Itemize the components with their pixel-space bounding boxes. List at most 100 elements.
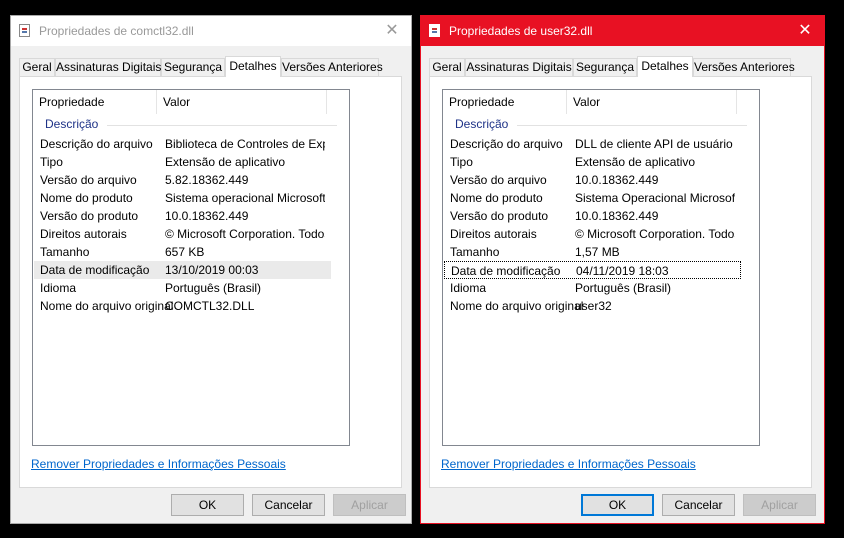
property-row[interactable]: Nome do arquivo original COMCTL32.DLL xyxy=(34,297,331,315)
property-row[interactable]: Nome do produto Sistema Operacional Micro… xyxy=(444,189,741,207)
ok-button[interactable]: OK xyxy=(171,494,244,516)
property-value: Português (Brasil) xyxy=(575,281,672,295)
property-name: Idioma xyxy=(40,281,77,295)
property-value: © Microsoft Corporation. Todos ... xyxy=(165,227,325,241)
property-name: Idioma xyxy=(450,281,487,295)
property-name: Versão do arquivo xyxy=(450,173,547,187)
property-name: Nome do produto xyxy=(450,191,543,205)
property-row[interactable]: Versão do arquivo 10.0.18362.449 xyxy=(444,171,741,189)
column-header-propriedade[interactable]: Propriedade xyxy=(33,90,157,114)
property-value: Sistema operacional Microsoft®... xyxy=(165,191,325,205)
details-listview[interactable]: Propriedade Valor Descrição Descrição do… xyxy=(442,89,760,446)
property-name: Data de modificação xyxy=(40,263,150,277)
apply-button[interactable]: Aplicar xyxy=(743,494,816,516)
close-button[interactable]: ✕ xyxy=(786,16,824,46)
property-name: Direitos autorais xyxy=(450,227,537,241)
tab-seguranca[interactable]: Segurança xyxy=(161,58,225,76)
property-row[interactable]: Direitos autorais © Microsoft Corporation… xyxy=(34,225,331,243)
property-name: Versão do produto xyxy=(40,209,139,223)
close-icon: ✕ xyxy=(798,22,812,39)
remove-properties-link[interactable]: Remover Propriedades e Informações Pesso… xyxy=(441,457,696,471)
property-value: 10.0.18362.449 xyxy=(165,209,249,223)
details-panel: Propriedade Valor Descrição Descrição do… xyxy=(19,76,402,488)
ok-button[interactable]: OK xyxy=(581,494,654,516)
property-row[interactable]: Versão do produto 10.0.18362.449 xyxy=(444,207,741,225)
window-title: Propriedades de user32.dll xyxy=(449,24,593,38)
property-name: Direitos autorais xyxy=(40,227,127,241)
tab-seguranca[interactable]: Segurança xyxy=(573,58,637,76)
dll-file-icon xyxy=(429,24,440,37)
property-name: Tamanho xyxy=(40,245,90,259)
property-row[interactable]: Tipo Extensão de aplicativo xyxy=(34,153,331,171)
close-icon: ✕ xyxy=(385,22,399,39)
cancel-button[interactable]: Cancelar xyxy=(252,494,325,516)
column-header-valor[interactable]: Valor xyxy=(157,90,327,114)
property-name: Tipo xyxy=(450,155,473,169)
property-row[interactable]: Tamanho 1,57 MB xyxy=(444,243,741,261)
property-row[interactable]: Tamanho 657 KB xyxy=(34,243,331,261)
property-value: Sistema Operacional Microsoft®... xyxy=(575,191,735,205)
listview-header: Propriedade Valor xyxy=(443,90,759,114)
property-name: Versão do produto xyxy=(450,209,549,223)
tab-versoes-anteriores[interactable]: Versões Anteriores xyxy=(281,58,383,76)
property-name: Nome do arquivo original xyxy=(40,299,174,313)
listview-header: Propriedade Valor xyxy=(33,90,349,114)
column-header-propriedade[interactable]: Propriedade xyxy=(443,90,567,114)
title-bar[interactable]: Propriedades de comctl32.dll ✕ xyxy=(11,16,411,46)
property-value: 10.0.18362.449 xyxy=(575,173,659,187)
property-row[interactable]: Nome do produto Sistema operacional Micro… xyxy=(34,189,331,207)
tab-geral[interactable]: Geral xyxy=(19,58,55,76)
property-value: 13/10/2019 00:03 xyxy=(165,263,259,277)
property-value: 657 KB xyxy=(165,245,205,259)
property-value: Biblioteca de Controles de Expe... xyxy=(165,137,325,151)
group-header-descricao[interactable]: Descrição xyxy=(455,117,508,131)
property-row[interactable]: Versão do arquivo 5.82.18362.449 xyxy=(34,171,331,189)
property-value: 04/11/2019 18:03 xyxy=(576,264,669,278)
group-header-descricao[interactable]: Descrição xyxy=(45,117,98,131)
property-name: Tipo xyxy=(40,155,63,169)
properties-window-comctl32: Propriedades de comctl32.dll ✕ Geral Ass… xyxy=(10,15,412,524)
details-panel: Propriedade Valor Descrição Descrição do… xyxy=(429,76,812,488)
apply-button[interactable]: Aplicar xyxy=(333,494,406,516)
property-name: Data de modificação xyxy=(451,264,561,278)
property-row[interactable]: Data de modificação 13/10/2019 00:03 xyxy=(34,261,331,279)
tab-detalhes[interactable]: Detalhes xyxy=(637,56,693,77)
remove-properties-link[interactable]: Remover Propriedades e Informações Pesso… xyxy=(31,457,286,471)
property-name: Descrição do arquivo xyxy=(450,137,563,151)
group-divider xyxy=(107,125,337,126)
property-row[interactable]: Idioma Português (Brasil) xyxy=(34,279,331,297)
property-value: 1,57 MB xyxy=(575,245,620,259)
property-row[interactable]: Data de modificação 04/11/2019 18:03 xyxy=(444,261,741,279)
close-button[interactable]: ✕ xyxy=(373,16,411,46)
property-name: Tamanho xyxy=(450,245,500,259)
title-bar[interactable]: Propriedades de user32.dll ✕ xyxy=(421,16,824,46)
property-row[interactable]: Descrição do arquivo DLL de cliente API d… xyxy=(444,135,741,153)
cancel-button[interactable]: Cancelar xyxy=(662,494,735,516)
tab-assinaturas-digitais[interactable]: Assinaturas Digitais xyxy=(465,58,573,76)
property-row[interactable]: Tipo Extensão de aplicativo xyxy=(444,153,741,171)
property-row[interactable]: Versão do produto 10.0.18362.449 xyxy=(34,207,331,225)
property-value: user32 xyxy=(575,299,612,313)
details-listview[interactable]: Propriedade Valor Descrição Descrição do… xyxy=(32,89,350,446)
property-row[interactable]: Descrição do arquivo Biblioteca de Contro… xyxy=(34,135,331,153)
tab-geral[interactable]: Geral xyxy=(429,58,465,76)
property-row[interactable]: Direitos autorais © Microsoft Corporation… xyxy=(444,225,741,243)
column-header-valor[interactable]: Valor xyxy=(567,90,737,114)
tab-assinaturas-digitais[interactable]: Assinaturas Digitais xyxy=(55,58,161,76)
tab-detalhes[interactable]: Detalhes xyxy=(225,56,281,77)
tab-versoes-anteriores[interactable]: Versões Anteriores xyxy=(693,58,795,76)
properties-window-user32: Propriedades de user32.dll ✕ Geral Assin… xyxy=(420,15,825,524)
property-value: 10.0.18362.449 xyxy=(575,209,659,223)
property-name: Descrição do arquivo xyxy=(40,137,153,151)
property-name: Versão do arquivo xyxy=(40,173,137,187)
property-row[interactable]: Nome do arquivo original user32 xyxy=(444,297,741,315)
property-value: © Microsoft Corporation. Todos ... xyxy=(575,227,735,241)
property-value: Extensão de aplicativo xyxy=(575,155,696,169)
property-value: Extensão de aplicativo xyxy=(165,155,286,169)
property-name: Nome do produto xyxy=(40,191,133,205)
property-value: 5.82.18362.449 xyxy=(165,173,249,187)
property-value: Português (Brasil) xyxy=(165,281,262,295)
property-row[interactable]: Idioma Português (Brasil) xyxy=(444,279,741,297)
property-value: DLL de cliente API de usuário ... xyxy=(575,137,735,151)
property-name: Nome do arquivo original xyxy=(450,299,584,313)
